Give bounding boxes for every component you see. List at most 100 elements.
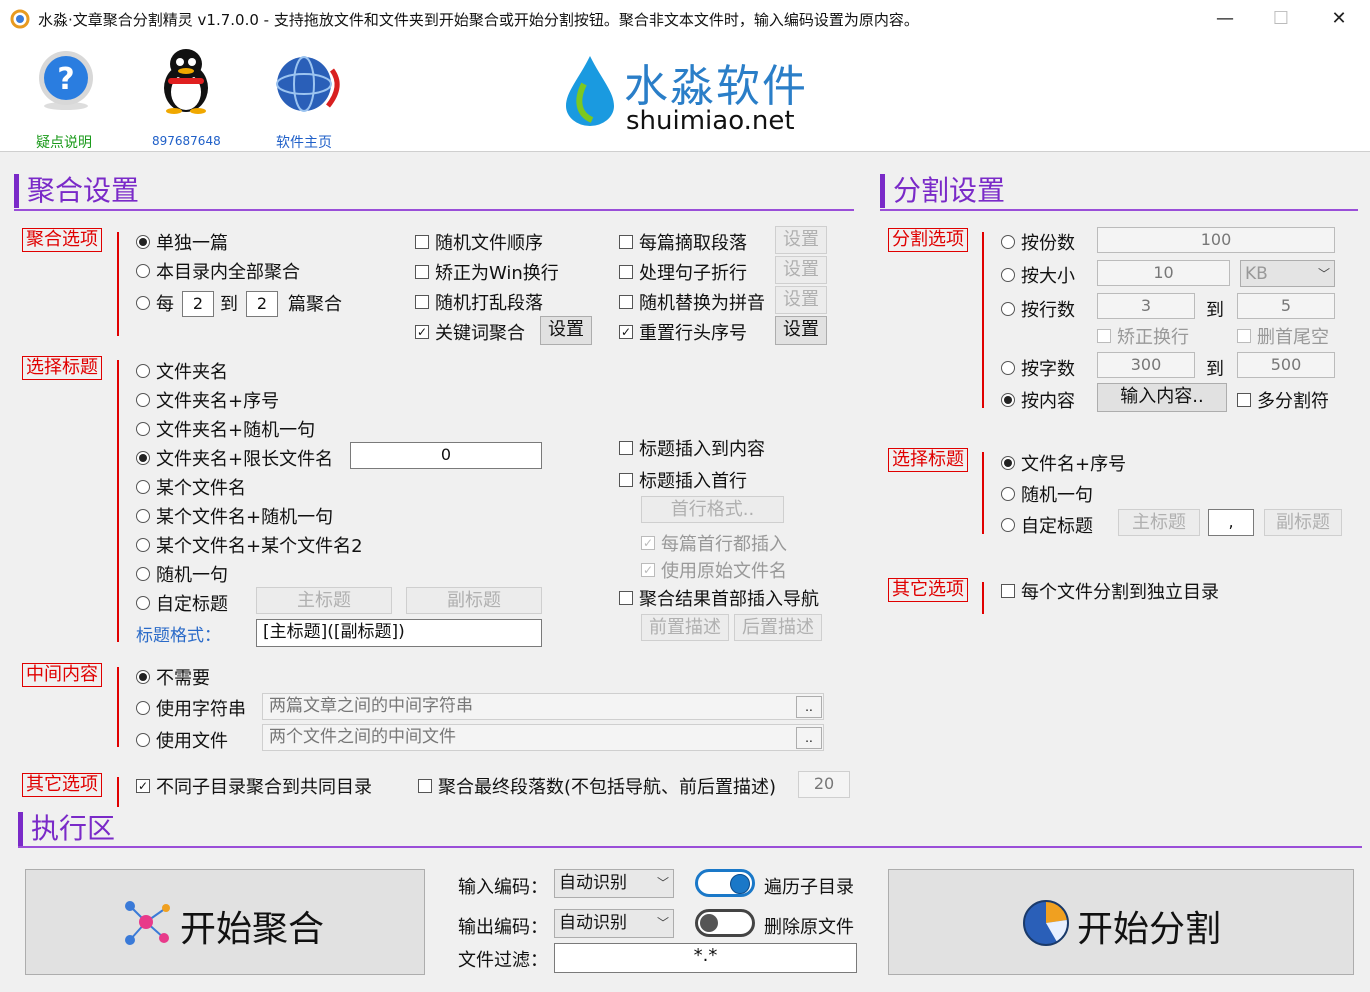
merge-every-m-input[interactable]: 2 bbox=[246, 291, 278, 317]
split-options-label: 分割选项 bbox=[888, 228, 968, 252]
start-split-button[interactable]: 开始分割 bbox=[888, 869, 1354, 975]
svg-text:?: ? bbox=[57, 62, 74, 97]
pinyin-checkbox[interactable]: 随机替换为拼音 bbox=[619, 289, 765, 315]
start-split-label: 开始分割 bbox=[1077, 909, 1222, 950]
shuffle-para-checkbox[interactable]: 随机打乱段落 bbox=[415, 289, 543, 315]
title-custom-radio[interactable]: 自定标题 bbox=[136, 590, 228, 616]
keyword-merge-checkbox[interactable]: ✓ 关键词聚合 bbox=[415, 319, 525, 345]
qq-tool[interactable]: 897687648 bbox=[148, 48, 228, 148]
split-by-size-radio[interactable]: 按大小 bbox=[1001, 262, 1075, 288]
split-title-custom-radio[interactable]: 自定标题 bbox=[1001, 512, 1093, 538]
middle-string-radio[interactable]: 使用字符串 bbox=[136, 695, 246, 721]
split-by-chars-radio[interactable]: 按字数 bbox=[1001, 355, 1075, 381]
title-some-file2-radio[interactable]: 某个文件名+某个文件名2 bbox=[136, 532, 363, 558]
recurse-label: 遍历子目录 bbox=[764, 877, 854, 898]
extract-para-checkbox[interactable]: 每篇摘取段落 bbox=[619, 229, 747, 255]
merge-all-radio[interactable]: 本目录内全部聚合 bbox=[136, 258, 300, 284]
random-order-checkbox[interactable]: 随机文件顺序 bbox=[415, 229, 543, 255]
title-folder-radio[interactable]: 文件夹名 bbox=[136, 358, 228, 384]
split-by-count-radio[interactable]: 按份数 bbox=[1001, 229, 1075, 255]
split-own-dir-checkbox[interactable]: 每个文件分割到独立目录 bbox=[1001, 578, 1219, 604]
split-by-content-radio[interactable]: 按内容 bbox=[1001, 387, 1075, 413]
diff-dir-checkbox[interactable]: ✓ 不同子目录聚合到共同目录 bbox=[136, 773, 372, 799]
keyword-settings-button[interactable]: 设置 bbox=[540, 316, 592, 345]
middle-file-browse-button[interactable]: .. bbox=[796, 727, 822, 749]
title-some-file-radio[interactable]: 某个文件名 bbox=[136, 474, 246, 500]
water-drop-logo-icon bbox=[566, 56, 614, 126]
split-lines-to-input[interactable]: 5 bbox=[1237, 293, 1335, 319]
middle-file-input[interactable]: 两个文件之间的中间文件 bbox=[262, 724, 824, 751]
help-tool[interactable]: ? 疑点说明 bbox=[28, 48, 108, 151]
final-para-checkbox[interactable]: 聚合最终段落数(不包括导航、前后置描述) bbox=[418, 773, 776, 799]
first-format-button[interactable]: 首行格式.. bbox=[641, 496, 784, 523]
merge-every-n-input[interactable]: 2 bbox=[182, 291, 214, 317]
renumber-settings-button[interactable]: 设置 bbox=[775, 316, 827, 345]
title-folder-seq-radio[interactable]: 文件夹名+序号 bbox=[136, 387, 279, 413]
sentence-settings-button[interactable]: 设置 bbox=[775, 256, 827, 284]
title-limit-input[interactable]: 0 bbox=[350, 442, 542, 469]
output-encoding-select[interactable]: 自动识别 ﹀ bbox=[554, 909, 674, 938]
split-trim-tail-checkbox[interactable]: 删首尾空 bbox=[1237, 323, 1329, 349]
split-by-lines-radio[interactable]: 按行数 bbox=[1001, 296, 1075, 322]
nav-checkbox[interactable]: 聚合结果首部插入导航 bbox=[619, 585, 819, 611]
file-filter-input[interactable]: *.* bbox=[554, 943, 857, 973]
split-fix-newline-checkbox[interactable]: 矫正换行 bbox=[1097, 323, 1189, 349]
split-title-random-radio[interactable]: 随机一句 bbox=[1001, 481, 1093, 507]
merge-title-label: 选择标题 bbox=[22, 356, 102, 380]
title-random-radio[interactable]: 随机一句 bbox=[136, 561, 228, 587]
minimize-button[interactable]: — bbox=[1196, 0, 1254, 38]
close-button[interactable]: ✕ bbox=[1310, 0, 1368, 38]
toolbar: ? 疑点说明 897687648 软件主页 水淼软件 shuimiao.net bbox=[0, 38, 1370, 152]
title-bar: 水淼·文章聚合分割精灵 v1.7.0.0 - 支持拖放文件和文件夹到开始聚合或开… bbox=[0, 0, 1370, 38]
merge-main-title-button[interactable]: 主标题 bbox=[256, 587, 392, 614]
fix-newline-checkbox[interactable]: 矫正为Win换行 bbox=[415, 259, 559, 285]
delete-src-toggle[interactable] bbox=[695, 909, 755, 937]
pinyin-settings-button[interactable]: 设置 bbox=[775, 286, 827, 314]
split-lines-from-input[interactable]: 3 bbox=[1097, 293, 1195, 319]
merge-single-radio[interactable]: 单独一篇 bbox=[136, 229, 228, 255]
split-heading: 分割设置 bbox=[880, 174, 1005, 208]
title-some-file-rand-radio[interactable]: 某个文件名+随机一句 bbox=[136, 503, 333, 529]
split-sentence-checkbox[interactable]: 处理句子折行 bbox=[619, 259, 747, 285]
final-para-input[interactable]: 20 bbox=[798, 771, 850, 798]
post-desc-button[interactable]: 后置描述 bbox=[734, 614, 822, 641]
split-title-name-seq-radio[interactable]: 文件名+序号 bbox=[1001, 450, 1126, 476]
title-folder-rand-radio[interactable]: 文件夹名+随机一句 bbox=[136, 416, 315, 442]
split-main-title-button[interactable]: 主标题 bbox=[1118, 509, 1200, 536]
recurse-toggle[interactable] bbox=[695, 869, 755, 897]
insert-first-checkbox[interactable]: 标题插入首行 bbox=[619, 467, 747, 493]
merge-sub-title-button[interactable]: 副标题 bbox=[406, 587, 542, 614]
merge-every-suffix: 篇聚合 bbox=[288, 294, 342, 315]
split-sub-title-button[interactable]: 副标题 bbox=[1264, 509, 1342, 536]
file-filter-label: 文件过滤： bbox=[458, 950, 548, 971]
logo-en: shuimiao.net bbox=[626, 106, 795, 136]
each-first-checkbox[interactable]: ✓ 每篇首行都插入 bbox=[641, 530, 787, 556]
split-multi-sep-checkbox[interactable]: 多分割符 bbox=[1237, 387, 1329, 413]
start-merge-button[interactable]: 开始聚合 bbox=[25, 869, 425, 975]
merge-every-radio[interactable]: 每 bbox=[136, 290, 174, 316]
title-folder-limit-radio[interactable]: 文件夹名+限长文件名 bbox=[136, 445, 333, 471]
split-chars-from-input[interactable]: 300 bbox=[1097, 352, 1195, 378]
split-input-content-button[interactable]: 输入内容.. bbox=[1097, 383, 1227, 412]
split-size-unit-select[interactable]: KB ﹀ bbox=[1240, 260, 1335, 287]
middle-file-radio[interactable]: 使用文件 bbox=[136, 727, 228, 753]
home-tool[interactable]: 软件主页 bbox=[264, 48, 354, 151]
help-label: 疑点说明 bbox=[36, 135, 92, 151]
middle-string-browse-button[interactable]: .. bbox=[796, 696, 822, 718]
insert-content-checkbox[interactable]: 标题插入到内容 bbox=[619, 435, 765, 461]
extract-settings-button[interactable]: 设置 bbox=[775, 226, 827, 254]
maximize-button[interactable]: ☐ bbox=[1252, 0, 1310, 38]
renumber-checkbox[interactable]: ✓ 重置行头序号 bbox=[619, 319, 747, 345]
split-count-input[interactable]: 100 bbox=[1097, 227, 1335, 253]
merge-heading-rule bbox=[14, 209, 854, 211]
input-encoding-select[interactable]: 自动识别 ﹀ bbox=[554, 869, 674, 898]
split-title-sep-input[interactable]: , bbox=[1208, 509, 1254, 536]
middle-string-input[interactable]: 两篇文章之间的中间字符串 bbox=[262, 693, 824, 720]
pre-desc-button[interactable]: 前置描述 bbox=[641, 614, 729, 641]
use-orig-checkbox[interactable]: ✓ 使用原始文件名 bbox=[641, 557, 787, 583]
split-chars-to-input[interactable]: 500 bbox=[1237, 352, 1335, 378]
middle-none-radio[interactable]: 不需要 bbox=[136, 664, 210, 690]
exec-heading-rule bbox=[18, 846, 1362, 848]
split-size-input[interactable]: 10 bbox=[1097, 260, 1230, 286]
title-format-input[interactable]: [主标题]([副标题]) bbox=[256, 619, 542, 647]
